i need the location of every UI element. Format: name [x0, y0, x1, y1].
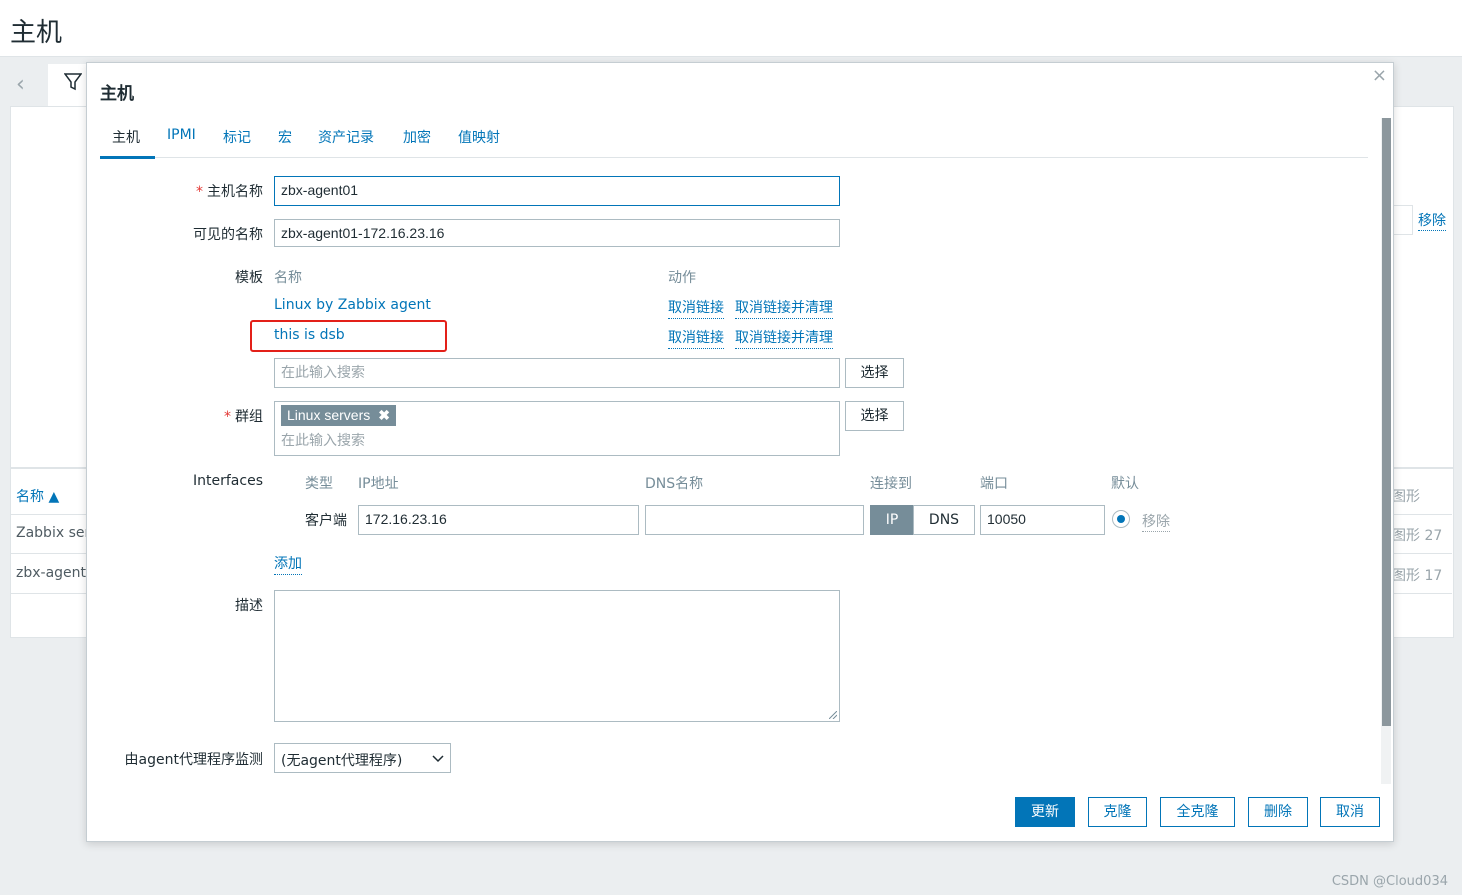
- page-header: 主机: [0, 0, 1462, 57]
- host-dialog: 主机 × 主机 IPMI 标记 宏 资产记录 加密 值映射 * 主机名称 zbx-…: [86, 62, 1394, 842]
- placeholder-text: 在此输入搜索: [281, 364, 365, 380]
- unlink-clear-link[interactable]: 取消链接并清理: [735, 327, 833, 349]
- add-interface-link[interactable]: 添加: [274, 553, 302, 575]
- full-clone-button[interactable]: 全克隆: [1160, 797, 1235, 827]
- tab-inventory[interactable]: 资产记录: [318, 127, 374, 147]
- close-icon[interactable]: ×: [1372, 65, 1387, 86]
- page-title: 主机: [10, 18, 63, 48]
- description-textarea[interactable]: [274, 590, 840, 722]
- host-name-label: * 主机名称: [196, 181, 263, 201]
- iface-remove-link[interactable]: 移除: [1142, 511, 1170, 532]
- scrollbar-thumb[interactable]: [1382, 118, 1391, 726]
- unlink-link[interactable]: 取消链接: [668, 327, 724, 349]
- required-mark: *: [196, 184, 203, 200]
- chevron-down-icon: [432, 755, 444, 763]
- template-select-button[interactable]: 选择: [845, 358, 904, 388]
- iface-type-value: 客户端: [305, 513, 347, 529]
- clone-button[interactable]: 克隆: [1088, 797, 1147, 827]
- tab-tags[interactable]: 标记: [223, 127, 251, 147]
- group-chip: Linux servers ✖: [281, 405, 396, 426]
- radio-dot: [1117, 515, 1125, 523]
- tab-bar: 主机 IPMI 标记 宏 资产记录 加密 值映射: [100, 123, 1368, 159]
- input-value: zbx-agent01-172.16.23.16: [281, 225, 445, 241]
- chip-remove-icon[interactable]: ✖: [378, 407, 390, 423]
- groups-multiselect[interactable]: Linux servers ✖ 在此输入搜索: [274, 401, 840, 456]
- input-value: zbx-agent01: [281, 182, 359, 198]
- template-search-input[interactable]: 在此输入搜索: [274, 358, 840, 388]
- table-header-graphs: 图形: [1392, 489, 1420, 505]
- resize-grip-icon[interactable]: [829, 711, 837, 719]
- iface-col-ip: IP地址: [358, 476, 399, 492]
- cancel-button[interactable]: 取消: [1320, 797, 1380, 827]
- label-text: 群组: [235, 409, 263, 425]
- templates-col-action: 动作: [668, 270, 696, 286]
- proxy-select[interactable]: (无agent代理程序): [274, 743, 451, 773]
- required-mark: *: [224, 409, 231, 425]
- description-label: 描述: [235, 598, 263, 614]
- watermark: CSDN @Cloud034: [1331, 874, 1448, 889]
- table-row-name[interactable]: zbx-agent0: [16, 565, 95, 581]
- unlink-clear-link[interactable]: 取消链接并清理: [735, 297, 833, 319]
- filter-icon[interactable]: [64, 72, 82, 92]
- active-tab-indicator: [100, 156, 155, 159]
- input-value: 10050: [987, 511, 1026, 527]
- tab-value-mapping[interactable]: 值映射: [458, 127, 500, 147]
- unlink-link[interactable]: 取消链接: [668, 297, 724, 319]
- connect-ip-toggle[interactable]: IP: [870, 505, 914, 535]
- table-row-name[interactable]: Zabbix ser: [16, 525, 90, 541]
- filter-remove-link[interactable]: 移除: [1418, 210, 1446, 231]
- highlight-box: [250, 320, 447, 352]
- update-button[interactable]: 更新: [1015, 797, 1075, 827]
- iface-col-connect: 连接到: [870, 476, 912, 492]
- iface-ip-input[interactable]: 172.16.23.16: [358, 505, 639, 535]
- tab-ipmi[interactable]: IPMI: [167, 127, 196, 143]
- template-link[interactable]: Linux by Zabbix agent: [274, 297, 431, 313]
- tab-label: 主机: [112, 130, 140, 146]
- proxy-label: 由agent代理程序监测: [124, 752, 263, 768]
- dialog-title: 主机: [100, 84, 134, 104]
- select-value: (无agent代理程序): [281, 753, 403, 769]
- default-radio[interactable]: [1112, 510, 1130, 528]
- tab-encryption[interactable]: 加密: [403, 127, 431, 147]
- visible-name-label: 可见的名称: [193, 227, 263, 243]
- group-search-placeholder[interactable]: 在此输入搜索: [281, 432, 365, 448]
- groups-label: * 群组: [224, 406, 263, 426]
- interfaces-label: Interfaces: [193, 473, 263, 489]
- iface-col-type: 类型: [305, 476, 333, 492]
- templates-label: 模板: [235, 270, 263, 286]
- iface-col-default: 默认: [1111, 476, 1139, 492]
- table-row-graphs[interactable]: 图形 17: [1392, 565, 1442, 585]
- visible-name-input[interactable]: zbx-agent01-172.16.23.16: [274, 219, 840, 247]
- tab-host[interactable]: 主机: [112, 127, 140, 147]
- iface-col-port: 端口: [980, 476, 1008, 492]
- connect-dns-toggle[interactable]: DNS: [913, 505, 975, 535]
- iface-dns-input[interactable]: [645, 505, 864, 535]
- table-row-graphs[interactable]: 图形 27: [1392, 525, 1442, 545]
- iface-port-input[interactable]: 10050: [980, 505, 1105, 535]
- host-name-input[interactable]: zbx-agent01: [274, 176, 840, 206]
- table-header-name[interactable]: 名称 ▲: [16, 486, 59, 506]
- chevron-left-icon[interactable]: ‹: [16, 72, 25, 97]
- filter-input-edge: [1392, 205, 1413, 235]
- templates-col-name: 名称: [274, 270, 302, 286]
- group-select-button[interactable]: 选择: [845, 401, 904, 431]
- chip-label: Linux servers: [287, 407, 371, 423]
- iface-col-dns: DNS名称: [645, 476, 704, 492]
- delete-button[interactable]: 删除: [1248, 797, 1308, 827]
- label-text: 主机名称: [207, 184, 263, 200]
- tab-macros[interactable]: 宏: [278, 127, 292, 147]
- input-value: 172.16.23.16: [365, 511, 447, 527]
